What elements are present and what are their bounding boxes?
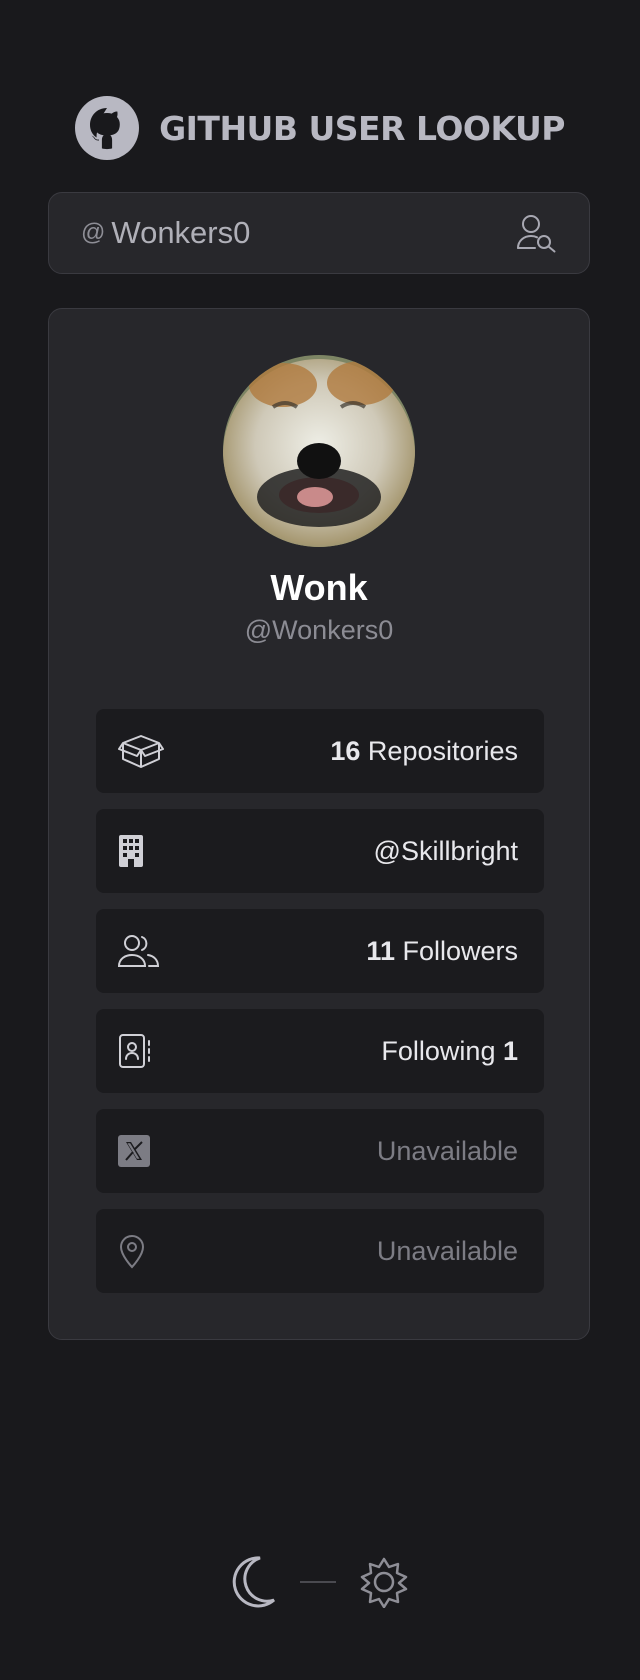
stats-list: 16 Repositories @Skillbright 11 Follower… (96, 709, 544, 1309)
profile-name: Wonk (270, 567, 368, 608)
location-pin-icon (118, 1227, 166, 1275)
building-icon (118, 827, 166, 875)
search-bar: @ (48, 192, 590, 274)
stat-company: @Skillbright (96, 809, 544, 893)
stat-following: Following 1 (96, 1009, 544, 1093)
stat-location: Unavailable (96, 1209, 544, 1293)
stat-company-text: @Skillbright (373, 835, 518, 866)
stat-followers: 11 Followers (96, 909, 544, 993)
user-search-icon[interactable] (515, 211, 559, 255)
users-icon (118, 927, 166, 975)
stat-twitter-text: Unavailable (376, 1135, 518, 1166)
stat-repositories-text: 16 Repositories (330, 735, 518, 766)
theme-divider (300, 1581, 336, 1583)
search-prefix: @ (81, 219, 106, 246)
app-title: GITHUB USER LOOKUP (159, 108, 565, 148)
stat-followers-text: 11 Followers (366, 935, 518, 966)
stat-repositories: 16 Repositories (96, 709, 544, 793)
profile-login: @Wonkers0 (244, 615, 394, 645)
app-header: GITHUB USER LOOKUP (0, 92, 640, 164)
github-octocat-icon (75, 96, 140, 160)
stat-following-text: Following 1 (381, 1035, 518, 1066)
sun-icon[interactable] (358, 1556, 410, 1608)
theme-toggle (0, 1553, 640, 1611)
username-search-input[interactable] (111, 215, 515, 251)
page: GITHUB USER LOOKUP @ Wonkers0 Wonk @Wonk… (0, 0, 640, 1680)
moon-icon[interactable] (230, 1556, 276, 1608)
profile-card: Wonk @Wonkers0 16 Repositories @Skillbri… (48, 308, 590, 1340)
box-icon (118, 727, 166, 775)
avatar (223, 355, 415, 547)
stat-twitter: Unavailable (96, 1109, 544, 1193)
stat-location-text: Unavailable (376, 1235, 518, 1266)
x-twitter-icon (118, 1127, 166, 1175)
contact-book-icon (118, 1027, 166, 1075)
